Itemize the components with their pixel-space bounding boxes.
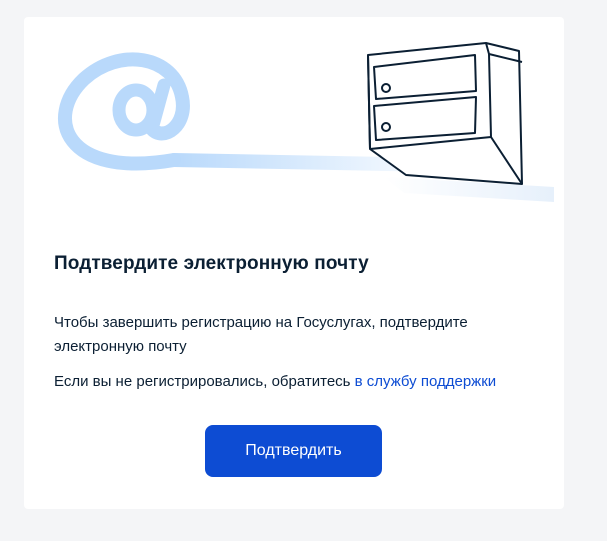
page-title: Подтвердите электронную почту xyxy=(54,253,369,274)
support-text-prefix: Если вы не регистрировались, обратитесь xyxy=(54,373,355,390)
support-link[interactable]: в службу поддержки xyxy=(355,373,497,390)
confirm-email-card: Подтвердите электронную почту Чтобы заве… xyxy=(24,17,564,509)
instruction-text: Чтобы завершить регистрацию на Госуслуга… xyxy=(54,314,468,355)
mailbox-illustration xyxy=(367,42,523,185)
confirm-button[interactable]: Подтвердить xyxy=(205,425,382,477)
email-illustration xyxy=(58,42,554,202)
support-text: Если вы не регистрировались, обратитесь … xyxy=(54,370,534,394)
